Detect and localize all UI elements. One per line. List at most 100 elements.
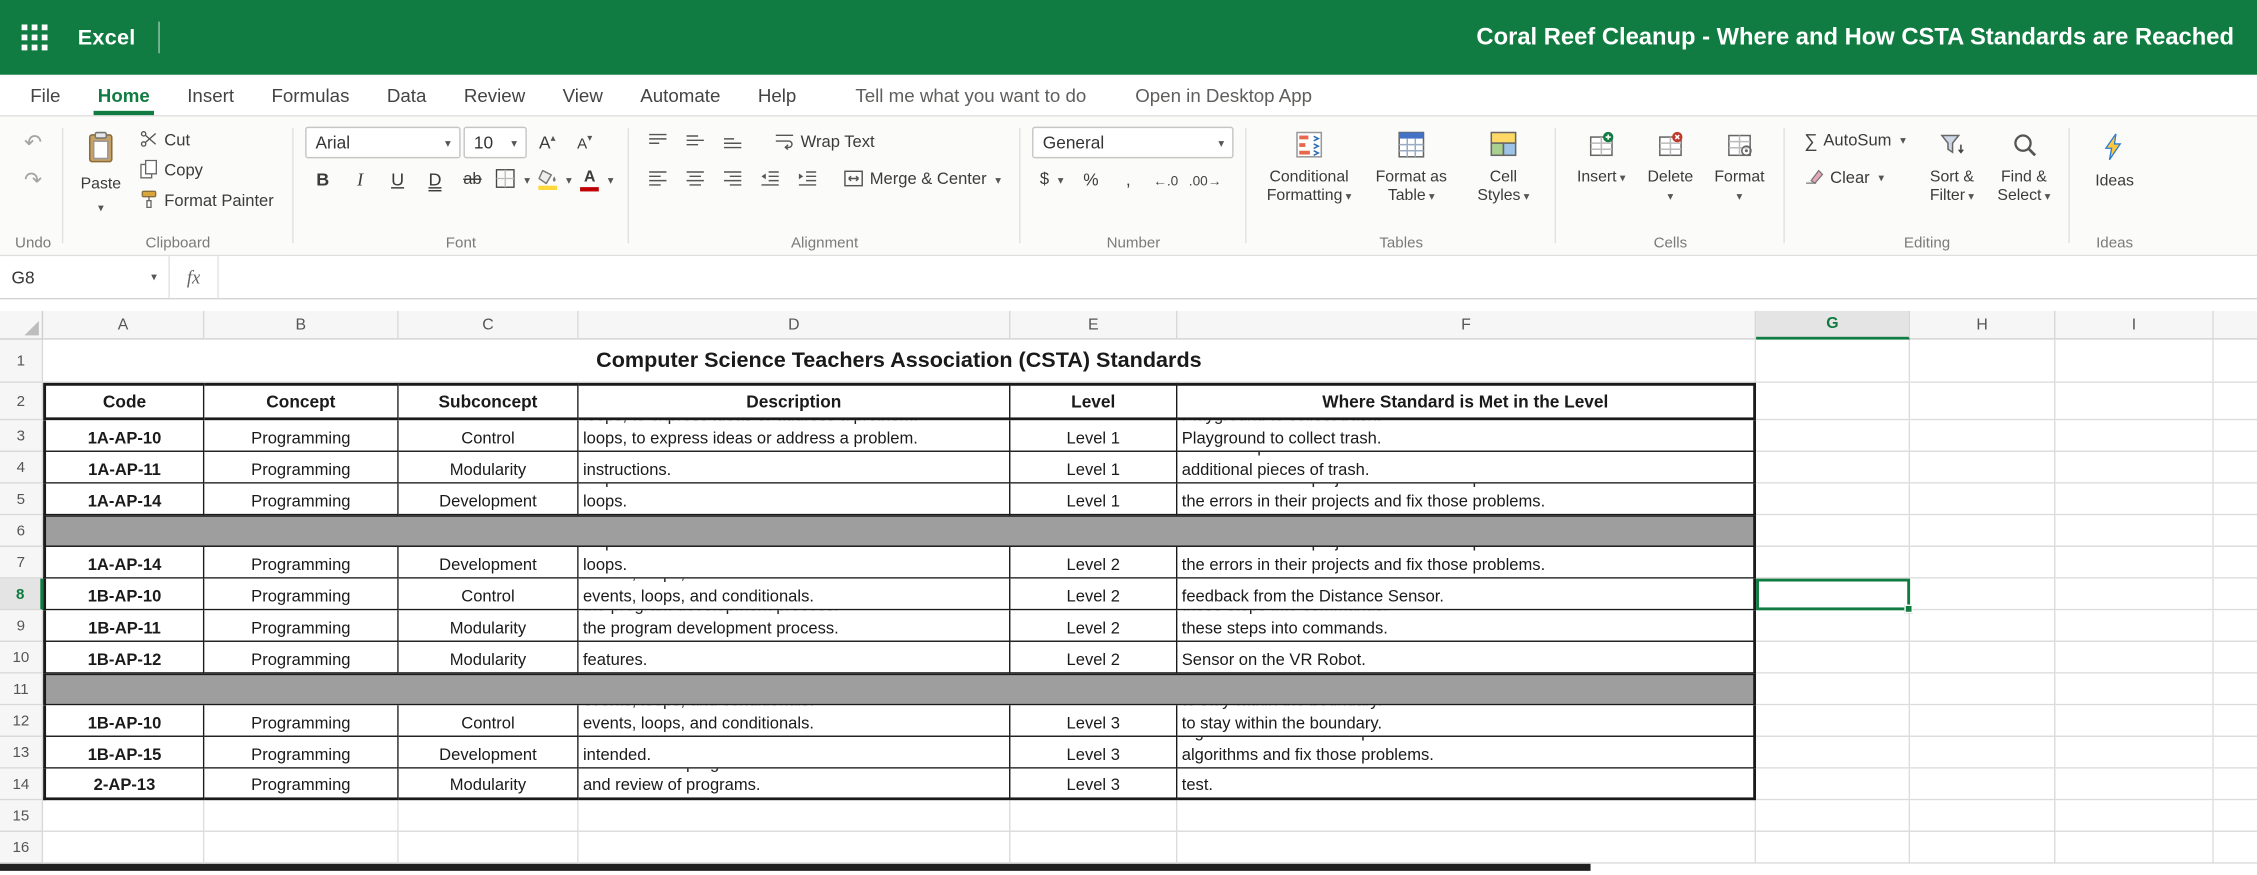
- cell-header[interactable]: Description: [579, 383, 1011, 420]
- cell[interactable]: loops.loops.: [579, 547, 1011, 579]
- cell[interactable]: [399, 800, 579, 832]
- currency-format-button[interactable]: $: [1033, 168, 1071, 191]
- cell[interactable]: [1756, 769, 1910, 801]
- cell[interactable]: Level 3: [1010, 769, 1177, 801]
- cell[interactable]: 1B-AP-10: [43, 705, 204, 737]
- cell[interactable]: 1B-AP-11: [43, 610, 204, 642]
- tab-formulas[interactable]: Formulas: [253, 75, 368, 115]
- row-header-14[interactable]: 14: [0, 769, 43, 801]
- row-header-13[interactable]: 13: [0, 737, 43, 769]
- cell[interactable]: [1910, 800, 2055, 832]
- row-header-7[interactable]: 7: [0, 547, 43, 579]
- column-header-B[interactable]: B: [204, 311, 398, 340]
- cell[interactable]: Control: [399, 705, 579, 737]
- number-format-select[interactable]: General: [1033, 127, 1235, 159]
- cell[interactable]: [43, 800, 204, 832]
- format-painter-button[interactable]: Format Painter: [133, 187, 281, 216]
- name-box[interactable]: G8: [0, 256, 170, 298]
- align-left-button[interactable]: [641, 164, 676, 196]
- cell[interactable]: [204, 832, 398, 864]
- row-header-5[interactable]: 5: [0, 484, 43, 516]
- redo-button[interactable]: [16, 164, 51, 196]
- undo-button[interactable]: [16, 127, 51, 159]
- decrease-indent-button[interactable]: [753, 164, 788, 196]
- tab-insert[interactable]: Insert: [169, 75, 253, 115]
- cell[interactable]: Programming: [204, 705, 398, 737]
- cell[interactable]: Level 2: [1010, 642, 1177, 674]
- format-cells-button[interactable]: Format: [1706, 127, 1772, 210]
- format-as-table-button[interactable]: Format as Table: [1365, 127, 1457, 210]
- row-header-2[interactable]: 2: [0, 383, 43, 420]
- cell[interactable]: [1756, 547, 1910, 579]
- cell[interactable]: Level 1: [1010, 452, 1177, 484]
- cell[interactable]: intended.intended.: [579, 737, 1011, 769]
- selection-box-G8[interactable]: [1756, 579, 1910, 611]
- underline-button[interactable]: U: [380, 164, 415, 196]
- font-color-button[interactable]: A: [578, 164, 617, 196]
- copy-button[interactable]: Copy: [133, 157, 281, 186]
- cell[interactable]: [43, 832, 204, 864]
- cell[interactable]: 1B-AP-12: [43, 642, 204, 674]
- cell[interactable]: [1177, 800, 1756, 832]
- row-header-10[interactable]: 10: [0, 642, 43, 674]
- cell[interactable]: [1756, 737, 1910, 769]
- row-header-16[interactable]: 16: [0, 832, 43, 864]
- cell[interactable]: [2055, 515, 2213, 547]
- formula-input[interactable]: [219, 256, 2257, 298]
- cell[interactable]: Development: [399, 737, 579, 769]
- cell-header[interactable]: Code: [43, 383, 204, 420]
- cell[interactable]: feedback from the Distance Sensor.feedba…: [1177, 579, 1756, 611]
- cell[interactable]: [1756, 610, 1910, 642]
- strikethrough-button[interactable]: ab: [455, 164, 490, 196]
- cell[interactable]: Modularity: [399, 452, 579, 484]
- cell[interactable]: [1756, 452, 1910, 484]
- cell[interactable]: [2055, 420, 2213, 452]
- tab-file[interactable]: File: [12, 75, 80, 115]
- column-header-I[interactable]: I: [2055, 311, 2213, 340]
- cell[interactable]: [579, 832, 1011, 864]
- cut-button[interactable]: Cut: [133, 127, 281, 156]
- cell-header[interactable]: Level: [1010, 383, 1177, 420]
- cell[interactable]: Level 3: [1010, 737, 1177, 769]
- find-select-button[interactable]: Find & Select: [1991, 127, 2057, 210]
- cell[interactable]: Programming: [204, 737, 398, 769]
- cell[interactable]: [2055, 705, 2213, 737]
- open-in-desktop-button[interactable]: Open in Desktop App: [1135, 75, 1312, 115]
- cell[interactable]: Programming: [204, 769, 398, 801]
- align-center-button[interactable]: [678, 164, 713, 196]
- row-header-3[interactable]: 3: [0, 420, 43, 452]
- cell-styles-button[interactable]: Cell Styles: [1463, 127, 1544, 210]
- cell[interactable]: additional pieces of trash.additional pi…: [1177, 452, 1756, 484]
- column-header-A[interactable]: A: [43, 311, 204, 340]
- cell[interactable]: loops.loops.: [579, 484, 1011, 516]
- wrap-text-button[interactable]: Wrap Text: [768, 129, 882, 156]
- cell[interactable]: [1010, 832, 1177, 864]
- cell[interactable]: Programming: [204, 610, 398, 642]
- cell[interactable]: [1910, 705, 2055, 737]
- cell[interactable]: [1910, 383, 2055, 420]
- align-bottom-button[interactable]: [716, 127, 751, 159]
- comma-format-button[interactable]: ,: [1111, 164, 1146, 196]
- row-header-15[interactable]: 15: [0, 800, 43, 832]
- cell[interactable]: [1756, 832, 1910, 864]
- cell[interactable]: Sensor on the VR Robot.Sensor on the VR …: [1177, 642, 1756, 674]
- conditional-formatting-button[interactable]: Conditional Formatting: [1259, 127, 1360, 210]
- fx-button[interactable]: fx: [170, 256, 219, 298]
- percent-format-button[interactable]: %: [1074, 164, 1109, 196]
- tab-data[interactable]: Data: [368, 75, 445, 115]
- decrease-font-size-button[interactable]: [567, 127, 602, 159]
- cell[interactable]: [1756, 484, 1910, 516]
- cell[interactable]: [1756, 383, 1910, 420]
- cell[interactable]: [2055, 610, 2213, 642]
- cell[interactable]: [2055, 340, 2213, 383]
- borders-button[interactable]: [493, 164, 533, 196]
- row-header-6[interactable]: 6: [0, 515, 43, 547]
- paste-button[interactable]: Paste: [75, 127, 127, 222]
- cell[interactable]: [1910, 452, 2055, 484]
- tab-help[interactable]: Help: [739, 75, 815, 115]
- font-name-select[interactable]: Arial: [305, 127, 460, 159]
- cell[interactable]: Control: [399, 579, 579, 611]
- cell[interactable]: Development: [399, 484, 579, 516]
- row-header-9[interactable]: 9: [0, 610, 43, 642]
- cell[interactable]: the errors in their projects and fix tho…: [1177, 484, 1756, 516]
